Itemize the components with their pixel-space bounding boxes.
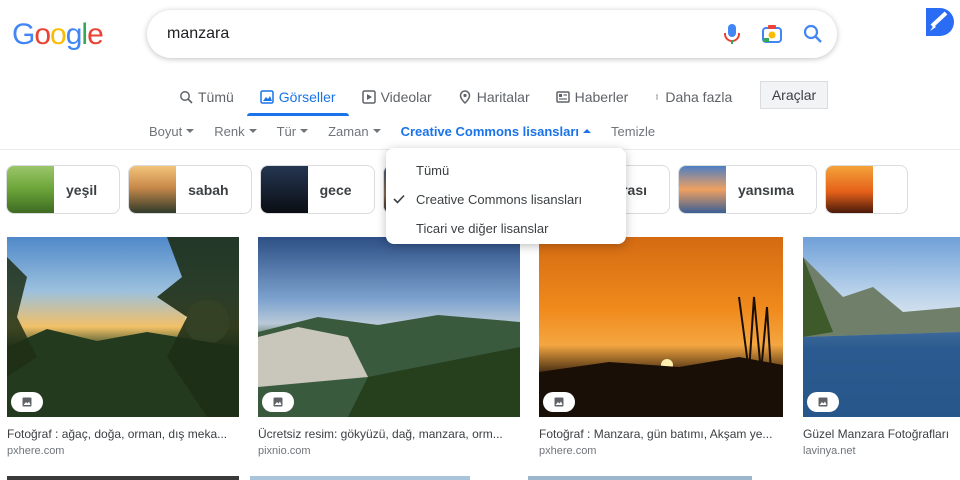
next-row-image[interactable] [250,476,470,480]
chip-night[interactable]: gece [259,165,375,214]
result-image[interactable] [539,237,783,417]
chip-morning[interactable]: sabah [128,165,252,214]
tab-label: Videolar [380,89,432,105]
image-icon [22,397,32,407]
next-row-image[interactable] [7,476,239,480]
image-result[interactable]: Fotoğraf : Manzara, gün batımı, Akşam ye… [539,237,783,457]
checkmark-icon [393,194,405,204]
tab-all[interactable]: Tümü [166,78,247,116]
dropdown-item-label: Creative Commons lisansları [416,192,583,207]
filter-label: Temizle [611,123,656,139]
image-badge [807,392,839,412]
filter-label: Creative Commons lisansları [400,123,580,139]
filter-label: Renk [214,123,245,139]
image-icon [273,397,283,407]
tab-label: Görseller [278,89,336,105]
chip-sunset[interactable] [825,165,909,214]
chip-thumbnail [129,166,177,213]
image-icon [260,90,274,104]
tab-label: Haritalar [476,89,530,105]
dropdown-item-label: Tümü [416,163,450,178]
caret-down-icon [248,129,257,133]
filter-license[interactable]: Creative Commons lisansları [400,123,592,139]
dropdown-item-creative-commons[interactable]: Creative Commons lisansları [386,185,626,214]
result-image[interactable] [803,237,960,417]
chip-label: gece [319,181,352,198]
dropdown-item-all[interactable]: Tümü [386,156,626,185]
search-icon[interactable] [803,24,823,44]
google-logo[interactable]: Google [12,18,104,52]
result-source[interactable]: pixnio.com [258,445,520,457]
video-icon [361,90,376,104]
result-source[interactable]: lavinya.net [803,445,960,457]
image-badge [543,392,575,412]
filter-label: Tür [276,123,297,139]
image-badge [11,392,43,412]
filter-bar: Boyut Renk Tür Zaman Creative Commons li… [149,122,675,140]
image-result[interactable]: Ücretsiz resim: gökyüzü, dağ, manzara, o… [258,237,520,457]
chip-thumbnail [679,166,727,213]
image-result[interactable]: Fotoğraf : ağaç, doğa, orman, dış meka..… [7,237,239,457]
next-row-image[interactable] [528,476,752,480]
image-icon [554,397,564,407]
result-image[interactable] [7,237,239,417]
chip-thumbnail [826,166,874,213]
tab-videos[interactable]: Videolar [349,78,445,116]
image-badge [262,392,294,412]
caret-down-icon [186,129,195,133]
caret-up-icon [583,129,592,133]
chip-reflection[interactable]: yansıma [678,165,818,214]
tab-label: Daha fazla [665,89,733,105]
filter-label: Boyut [149,123,183,139]
result-title[interactable]: Fotoğraf : Manzara, gün batımı, Akşam ye… [539,427,783,441]
filter-label: Zaman [328,123,369,139]
chip-label: yansıma [738,181,795,198]
news-icon [555,91,570,103]
tools-button[interactable]: Araçlar [760,81,828,109]
dropdown-item-commercial[interactable]: Ticari ve diğer lisanslar [386,214,626,243]
chip-label: yeşil [66,181,98,198]
microphone-icon[interactable] [723,23,741,45]
more-vert-icon [656,94,658,100]
image-icon [818,397,828,407]
chip-thumbnail [7,166,54,213]
search-icon [180,91,193,104]
filter-size[interactable]: Boyut [149,123,195,139]
chip-green[interactable]: yeşil [6,165,121,214]
result-source[interactable]: pxhere.com [7,445,239,457]
sunset-hills-illustration [539,296,783,417]
filter-clear[interactable]: Temizle [611,124,655,139]
mountain-cliff-illustration [258,315,520,417]
caret-down-icon [372,129,381,133]
map-pin-icon [459,90,470,104]
result-title[interactable]: Fotoğraf : ağaç, doğa, orman, dış meka..… [7,427,239,441]
image-result[interactable]: Güzel Manzara Fotoğrafları lavinya.net [803,237,960,457]
result-image[interactable] [258,237,520,417]
tab-more[interactable]: Daha fazla [641,78,745,116]
tab-news[interactable]: Haberler [543,78,642,116]
chip-thumbnail [260,166,308,213]
tab-images[interactable]: Görseller [246,78,349,116]
filter-type[interactable]: Tür [277,124,309,139]
search-tabs: Tümü Görseller Videolar Haritalar Haberl… [166,78,745,116]
search-input[interactable]: manzara [167,10,229,58]
caret-down-icon [300,129,309,133]
filter-color[interactable]: Renk [214,123,257,139]
filter-time[interactable]: Zaman [328,123,381,139]
site-logo-icon [920,4,956,40]
forest-sunset-illustration [7,237,239,417]
camera-lens-icon[interactable] [761,23,783,45]
search-box[interactable]: manzara [147,10,837,58]
mountain-lake-illustration [803,257,960,417]
result-title[interactable]: Ücretsiz resim: gökyüzü, dağ, manzara, o… [258,427,520,441]
dropdown-item-label: Ticari ve diğer lisanslar [416,221,549,236]
tab-label: Haberler [574,89,629,105]
result-source[interactable]: pxhere.com [539,445,783,457]
chip-label: sabah [188,181,229,198]
result-title[interactable]: Güzel Manzara Fotoğrafları [803,427,960,441]
tab-maps[interactable]: Haritalar [445,78,543,116]
license-dropdown-menu: Tümü Creative Commons lisansları Ticari … [386,148,626,244]
tab-label: Tümü [198,89,234,105]
